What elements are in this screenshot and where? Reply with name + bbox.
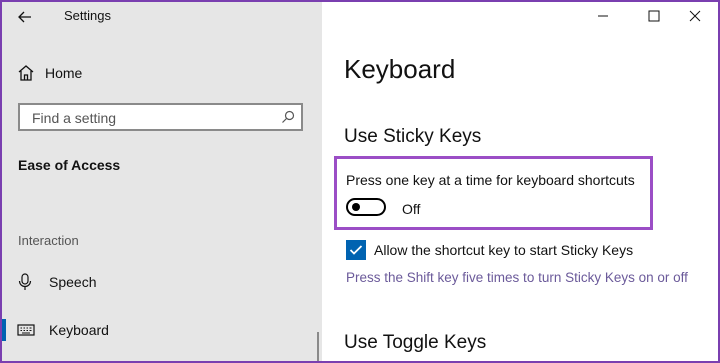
sticky-keys-heading: Use Sticky Keys [344,126,482,147]
app-title: Settings [64,8,111,23]
sidebar: Settings Home Ease of Access Interaction… [2,2,322,361]
keyboard-icon [17,324,35,336]
close-icon [689,10,701,22]
search-icon[interactable] [281,110,295,124]
toggle-state-label: Off [402,201,421,217]
microphone-icon [18,273,32,290]
sticky-keys-hint: Press the Shift key five times to turn S… [346,270,688,285]
main-content: Keyboard Use Sticky Keys Press one key a… [322,2,718,361]
checkmark-icon [349,245,363,255]
sidebar-item-label: Keyboard [49,322,109,338]
sticky-keys-toggle[interactable] [346,198,386,216]
home-icon [18,65,34,81]
home-label: Home [45,65,83,81]
minimize-button[interactable] [580,2,626,30]
sidebar-scrollbar[interactable] [317,332,319,361]
active-indicator [2,319,6,341]
back-button[interactable] [10,5,40,29]
shortcut-key-checkbox[interactable] [346,240,366,260]
maximize-icon [648,10,660,22]
back-arrow-icon [18,11,31,23]
section-title: Ease of Access [18,157,121,173]
sticky-keys-description: Press one key at a time for keyboard sho… [346,172,635,188]
sidebar-item-keyboard[interactable]: Keyboard [2,313,320,347]
group-label: Interaction [18,233,79,248]
toggle-keys-heading: Use Toggle Keys [344,332,487,353]
search-input[interactable] [30,108,274,128]
maximize-button[interactable] [631,2,677,30]
search-box[interactable] [18,103,303,131]
shortcut-key-checkbox-label: Allow the shortcut key to start Sticky K… [374,242,634,258]
sidebar-item-speech[interactable]: Speech [2,265,320,299]
page-title: Keyboard [344,54,456,84]
close-button[interactable] [672,2,718,30]
minimize-icon [598,15,608,17]
sidebar-item-label: Speech [49,274,97,290]
home-nav-item[interactable]: Home [17,62,82,84]
highlight-box [334,156,653,230]
toggle-knob [352,203,360,211]
